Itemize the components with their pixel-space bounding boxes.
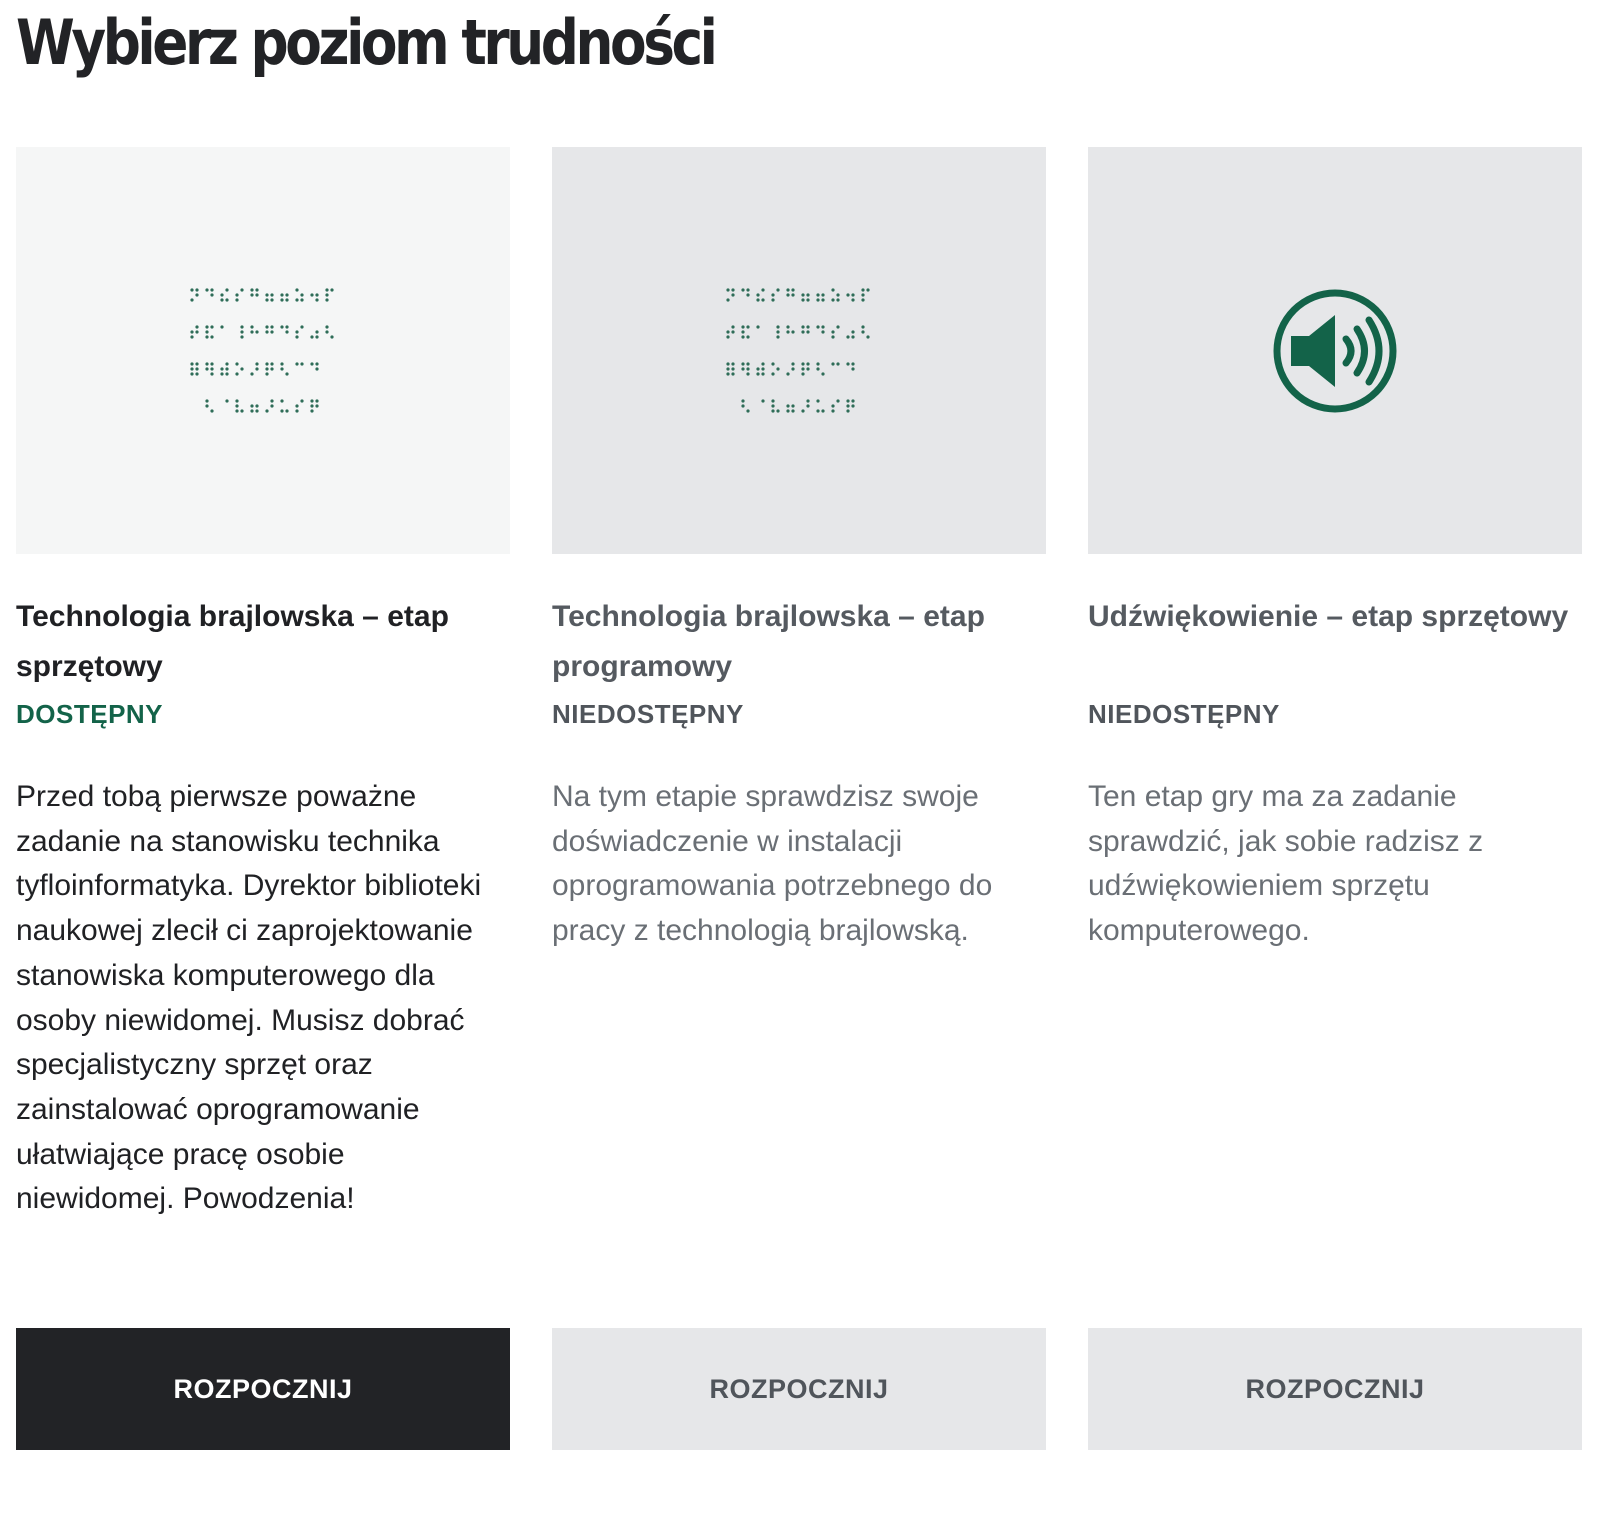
card-title: Technologia brajlowska – etap sprzętowy [16, 600, 449, 683]
card-image [552, 147, 1046, 554]
status-badge: NIEDOSTĘPNY [1088, 699, 1280, 729]
card-image [16, 147, 510, 554]
start-button[interactable]: ROZPOCZNIJ [1088, 1328, 1582, 1450]
braille-text-icon [188, 286, 338, 416]
status-badge: DOSTĘPNY [16, 699, 164, 729]
difficulty-level-list: Technologia brajlowska – etap sprzętowy … [16, 147, 1584, 1457]
start-button[interactable]: ROZPOCZNIJ [16, 1328, 510, 1450]
start-button[interactable]: ROZPOCZNIJ [552, 1328, 1046, 1450]
braille-text-icon [724, 286, 874, 416]
card-title: Udźwiękowienie – etap sprzętowy [1088, 600, 1569, 633]
card-description: Ten etap gry ma za zadanie sprawdzić, ja… [1088, 780, 1484, 948]
card-title: Technologia brajlowska – etap programowy [552, 600, 985, 683]
speaker-volume-icon [1273, 289, 1397, 412]
card-description: Przed tobą pierwsze poważne zadanie na s… [16, 780, 482, 1216]
level-card-braille-software: Technologia brajlowska – etap programowy… [552, 147, 1046, 1457]
card-image [1088, 147, 1582, 554]
level-card-audio-hardware: Udźwiękowienie – etap sprzętowy NIEDOSTĘ… [1088, 147, 1582, 1457]
card-description: Na tym etapie sprawdzisz swoje doświadcz… [552, 780, 993, 948]
status-badge: NIEDOSTĘPNY [552, 699, 744, 729]
page-title: Wybierz poziom trudności [16, 6, 718, 79]
level-card-braille-hardware: Technologia brajlowska – etap sprzętowy … [16, 147, 510, 1457]
